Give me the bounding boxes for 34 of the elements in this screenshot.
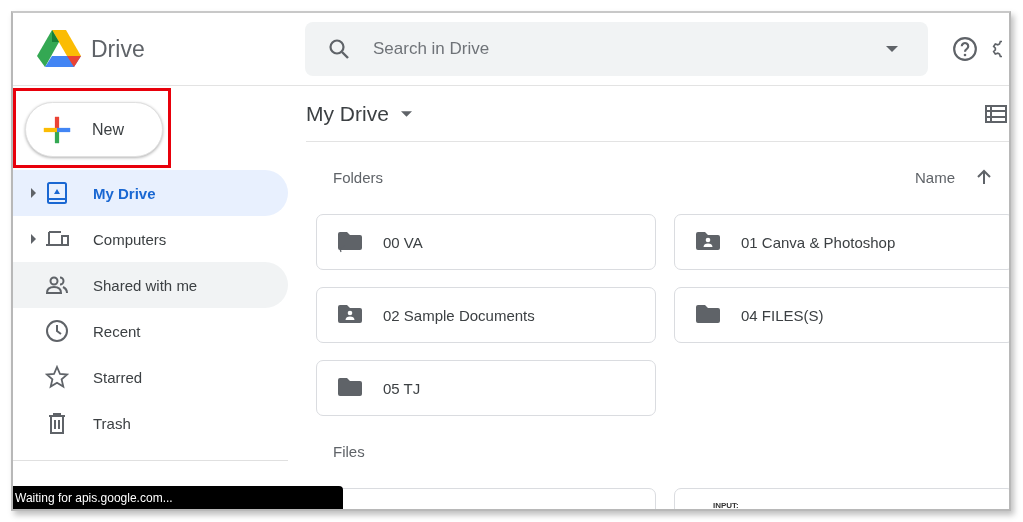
app-name: Drive	[91, 35, 145, 63]
search-icon	[327, 37, 351, 61]
sidebar-item[interactable]: Computers	[13, 216, 288, 262]
folder-card[interactable]: 00 VA	[316, 214, 656, 270]
search-field[interactable]: Search in Drive	[371, 38, 886, 60]
star-icon	[45, 365, 69, 389]
section-heading: Files	[333, 442, 366, 460]
list-view-icon[interactable]	[985, 104, 1007, 123]
drive-logo-icon	[37, 30, 81, 68]
expand-arrow-icon[interactable]	[31, 234, 36, 244]
sidebar-item[interactable]: Trash	[13, 400, 288, 446]
help-icon[interactable]	[952, 36, 978, 62]
file-card[interactable]: INPUT:	[674, 488, 1009, 509]
folder-card[interactable]: 02 Sample Documents	[316, 287, 656, 343]
drive-icon	[45, 181, 69, 205]
folder-card[interactable]: 01 Canva & Photoshop	[674, 214, 1009, 270]
file-preview-text: INPUT:	[713, 501, 739, 509]
folder-card[interactable]: 05 TJ	[316, 360, 656, 416]
sidebar-item[interactable]: Recent	[13, 308, 288, 354]
sort-arrow-icon[interactable]	[977, 169, 991, 185]
sidebar-item[interactable]: Starred	[13, 354, 288, 400]
section-heading: Folders	[333, 168, 385, 186]
caret-icon[interactable]	[400, 110, 412, 117]
sidebar-item[interactable]: Shared with me	[13, 262, 288, 308]
clock-icon	[45, 319, 69, 343]
my-drive-menu[interactable]: My Drive	[306, 101, 412, 126]
search-bar[interactable]: Search in Drive	[305, 22, 928, 76]
sidebar-item[interactable]: My Drive	[13, 170, 288, 216]
folder-card[interactable]: 04 FILES(S)	[674, 287, 1009, 343]
sort-button[interactable]: Name	[915, 168, 955, 186]
dropdown-caret-icon[interactable]	[886, 46, 898, 52]
new-button[interactable]: New	[25, 102, 163, 157]
status-toast: Waiting for apis.google.com...	[13, 486, 343, 509]
expand-arrow-icon[interactable]	[31, 188, 36, 198]
